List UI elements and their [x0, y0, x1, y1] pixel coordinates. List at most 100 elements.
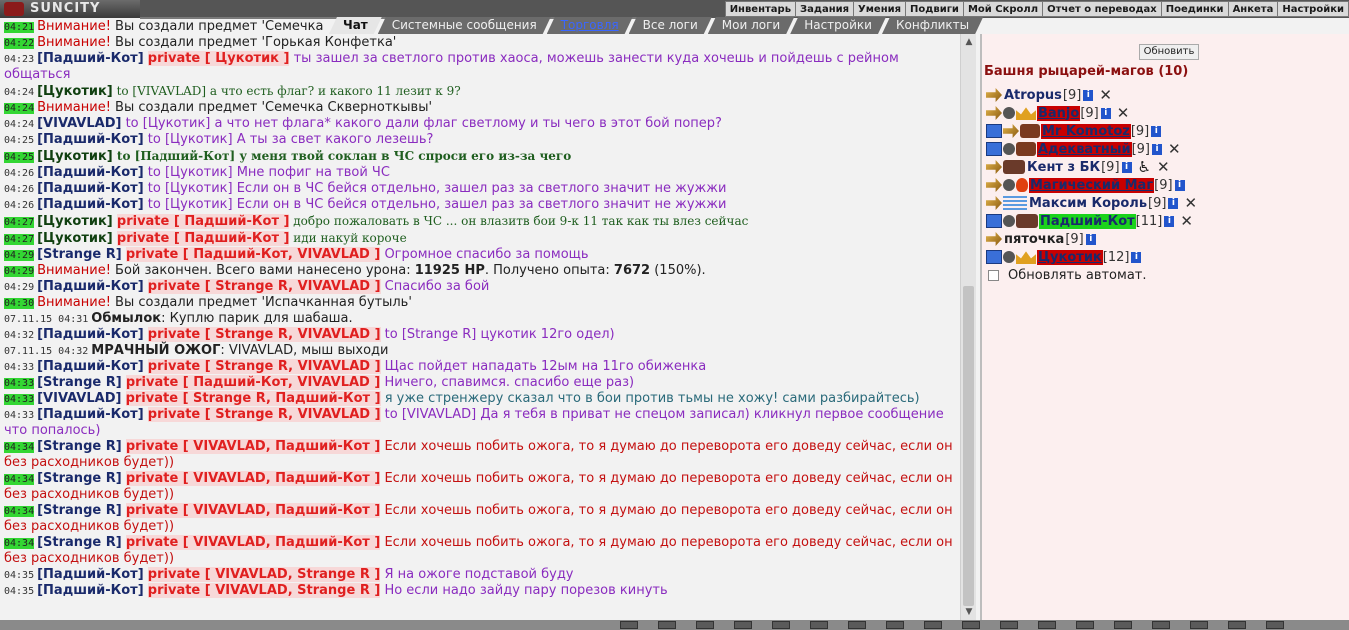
sender-name[interactable]: [Strange R]	[37, 535, 122, 550]
close-icon[interactable]: ✕	[1157, 160, 1170, 175]
sender-name[interactable]: [Цукотик]	[37, 231, 113, 246]
info-icon[interactable]: i	[1168, 197, 1179, 209]
top-nav-item[interactable]: Анкета	[1229, 2, 1279, 16]
user-name[interactable]: Atropus	[1003, 88, 1063, 103]
top-nav-item[interactable]: Мой Скролл	[964, 2, 1044, 16]
scroll-down-icon[interactable]: ▼	[961, 604, 977, 620]
scroll-thumb[interactable]	[963, 286, 974, 606]
user-name[interactable]: пяточка	[1003, 232, 1065, 247]
user-name[interactable]: Максим Король	[1028, 196, 1148, 211]
info-icon[interactable]: i	[1085, 233, 1096, 245]
toolbar-slot-icon[interactable]	[1152, 621, 1170, 629]
toolbar-slot-icon[interactable]	[734, 621, 752, 629]
close-icon[interactable]: ✕	[1180, 214, 1193, 229]
app-logo[interactable]: SUNCITY	[0, 0, 140, 18]
scroll-up-icon[interactable]: ▲	[961, 34, 977, 50]
toolbar-slot-icon[interactable]	[848, 621, 866, 629]
close-icon[interactable]: ✕	[1168, 142, 1181, 157]
info-icon[interactable]: i	[1131, 251, 1142, 263]
private-recipients[interactable]: private [ VIVAVLAD, Strange R ]	[147, 583, 381, 598]
private-recipients[interactable]: private [ VIVAVLAD, Падший-Кот ]	[125, 471, 381, 486]
sender-name[interactable]: [Падший-Кот]	[37, 327, 144, 342]
private-recipients[interactable]: private [ VIVAVLAD, Падший-Кот ]	[125, 503, 381, 518]
sender-name[interactable]: [Strange R]	[37, 375, 122, 390]
sender-name[interactable]: [Падший-Кот]	[37, 181, 144, 196]
sender-name[interactable]: [Strange R]	[37, 247, 122, 262]
toolbar-slot-icon[interactable]	[696, 621, 714, 629]
sender-name[interactable]: [VIVAVLAD]	[37, 116, 121, 131]
auto-refresh-checkbox[interactable]	[988, 270, 999, 281]
user-name[interactable]: Banjo	[1037, 105, 1081, 121]
private-recipients[interactable]: private [ Падший-Кот, VIVAVLAD ]	[125, 247, 381, 262]
toolbar-slot-icon[interactable]	[772, 621, 790, 629]
private-recipients[interactable]: private [ Strange R, VIVAVLAD ]	[147, 407, 381, 422]
toolbar-slot-icon[interactable]	[1114, 621, 1132, 629]
chat-tab[interactable]: Настройки	[790, 17, 886, 34]
info-icon[interactable]: i	[1100, 107, 1111, 119]
chat-tab[interactable]: Системные сообщения	[378, 17, 551, 34]
close-icon[interactable]: ✕	[1117, 106, 1130, 121]
sender-name[interactable]: [Падший-Кот]	[37, 51, 144, 66]
private-recipients[interactable]: private [ Strange R, Падший-Кот ]	[125, 391, 381, 406]
info-icon[interactable]: i	[1174, 179, 1185, 191]
refresh-button[interactable]: Обновить	[1139, 44, 1199, 60]
info-icon[interactable]: i	[1083, 89, 1094, 101]
chat-tab[interactable]: Все логи	[629, 17, 712, 34]
info-icon[interactable]: i	[1152, 143, 1163, 155]
sender-name[interactable]: Обмылок	[91, 311, 161, 326]
top-nav-item[interactable]: Подвиги	[906, 2, 964, 16]
private-recipients[interactable]: private [ VIVAVLAD, Падший-Кот ]	[125, 439, 381, 454]
top-nav-item[interactable]: Умения	[854, 2, 907, 16]
private-recipients[interactable]: private [ Падший-Кот ]	[116, 231, 290, 246]
private-recipients[interactable]: private [ VIVAVLAD, Strange R ]	[147, 567, 381, 582]
user-name[interactable]: Падший-Кот	[1039, 213, 1136, 229]
close-icon[interactable]: ✕	[1099, 88, 1112, 103]
toolbar-slot-icon[interactable]	[1266, 621, 1284, 629]
toolbar-slot-icon[interactable]	[1076, 621, 1094, 629]
user-name[interactable]: Mr Komotoz	[1041, 123, 1131, 139]
sender-name[interactable]: [Strange R]	[37, 503, 122, 518]
toolbar-slot-icon[interactable]	[620, 621, 638, 629]
top-nav-item[interactable]: Настройки	[1278, 2, 1348, 16]
top-nav-item[interactable]: Задания	[796, 2, 855, 16]
auto-refresh-row[interactable]: Обновлять автомат.	[988, 268, 1147, 283]
info-icon[interactable]: i	[1164, 215, 1175, 227]
top-nav-item[interactable]: Инвентарь	[726, 2, 797, 16]
user-name[interactable]: Адекватный	[1037, 141, 1132, 157]
user-name[interactable]: Магический Маг	[1029, 177, 1155, 193]
toolbar-slot-icon[interactable]	[962, 621, 980, 629]
chat-tab[interactable]: Мои логи	[708, 17, 794, 34]
sender-name[interactable]: [Strange R]	[37, 439, 122, 454]
private-recipients[interactable]: private [ Цукотик ]	[147, 51, 290, 66]
toolbar-slot-icon[interactable]	[1190, 621, 1208, 629]
info-icon[interactable]: i	[1151, 125, 1162, 137]
top-nav-item[interactable]: Поединки	[1162, 2, 1229, 16]
close-icon[interactable]: ✕	[1184, 196, 1197, 211]
toolbar-slot-icon[interactable]	[924, 621, 942, 629]
sender-name[interactable]: [Падший-Кот]	[37, 359, 144, 374]
private-recipients[interactable]: private [ Падший-Кот ]	[116, 214, 290, 229]
toolbar-slot-icon[interactable]	[1038, 621, 1056, 629]
toolbar-slot-icon[interactable]	[886, 621, 904, 629]
chat-tab[interactable]: Чат	[329, 17, 382, 34]
sender-name[interactable]: [VIVAVLAD]	[37, 391, 121, 406]
sender-name[interactable]: МРАЧНЫЙ ОЖОГ	[91, 343, 220, 358]
top-nav-item[interactable]: Отчет о переводах	[1043, 2, 1162, 16]
toolbar-slot-icon[interactable]	[810, 621, 828, 629]
chat-tab[interactable]: Конфликты	[882, 17, 983, 34]
info-icon[interactable]: i	[1121, 161, 1132, 173]
sender-name[interactable]: [Цукотик]	[37, 84, 113, 99]
private-recipients[interactable]: private [ Падший-Кот, VIVAVLAD ]	[125, 375, 381, 390]
chat-tab[interactable]: Торговля	[547, 17, 633, 34]
user-name[interactable]: Кент з БК	[1026, 160, 1101, 175]
private-recipients[interactable]: private [ Strange R, VIVAVLAD ]	[147, 327, 381, 342]
private-recipients[interactable]: private [ Strange R, VIVAVLAD ]	[147, 359, 381, 374]
sender-name[interactable]: [Цукотик]	[37, 149, 113, 164]
sender-name[interactable]: [Strange R]	[37, 471, 122, 486]
toolbar-slot-icon[interactable]	[1000, 621, 1018, 629]
sender-name[interactable]: [Падший-Кот]	[37, 132, 144, 147]
sender-name[interactable]: [Цукотик]	[37, 214, 113, 229]
chat-scrollbar[interactable]: ▲ ▼	[960, 34, 976, 620]
private-recipients[interactable]: private [ Strange R, VIVAVLAD ]	[147, 279, 381, 294]
sender-name[interactable]: [Падший-Кот]	[37, 279, 144, 294]
